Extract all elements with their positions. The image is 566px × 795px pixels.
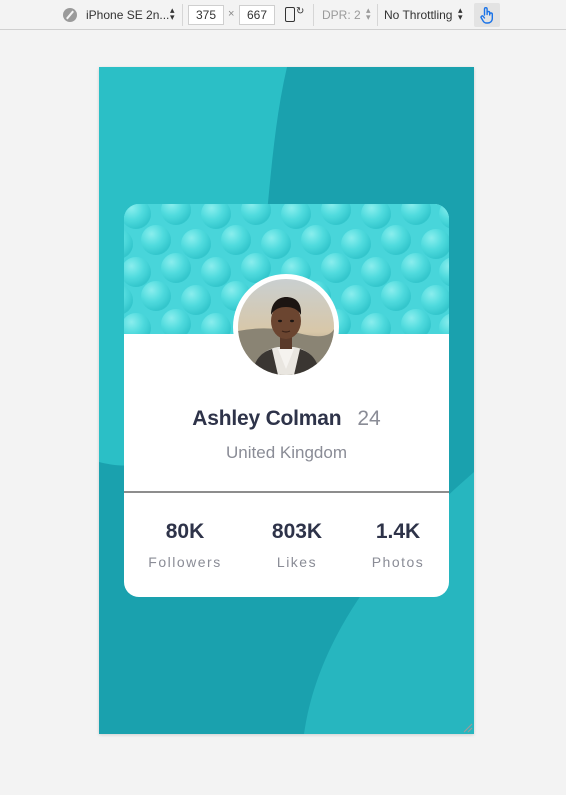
throttling-caret-icon: ▴ ▾ [458, 5, 463, 22]
stat-photos: 1.4K Photos [343, 520, 449, 570]
stat-followers: 80K Followers [130, 520, 240, 570]
resize-grip-icon[interactable] [461, 721, 473, 733]
toolbar-divider [182, 4, 183, 26]
dpr-caret-icon: ▴ ▾ [366, 5, 371, 22]
stat-label: Followers [148, 554, 222, 570]
rotate-icon[interactable] [285, 7, 295, 22]
height-input[interactable]: 667 [239, 5, 275, 25]
device-mode-icon[interactable] [63, 8, 77, 22]
stat-value: 803K [271, 520, 323, 543]
device-viewport: Ashley Colman 24 United Kingdom 80K Follo… [99, 67, 474, 734]
profile-name-line: Ashley Colman 24 [124, 407, 449, 431]
stat-likes: 803K Likes [242, 520, 352, 570]
device-select[interactable]: iPhone SE 2n... [86, 8, 169, 22]
stat-value: 1.4K [375, 520, 421, 543]
profile-photo [238, 279, 334, 375]
dimension-separator: × [228, 8, 235, 20]
throttling-select[interactable]: No Throttling [384, 8, 452, 22]
profile-location: United Kingdom [226, 443, 347, 462]
profile-name: Ashley Colman [192, 407, 342, 430]
profile-age: 24 [357, 407, 381, 430]
dpr-select[interactable]: DPR: 2 [322, 8, 361, 22]
stats-divider [124, 491, 449, 493]
avatar [233, 274, 339, 380]
stat-label: Photos [371, 554, 425, 570]
device-caret-icon: ▴ ▾ [170, 5, 175, 22]
stat-label: Likes [276, 554, 318, 570]
devtools-device-toolbar: iPhone SE 2n... ▴ ▾ 375 × 667 ↻ DPR: 2 ▴ ▾… [0, 0, 566, 30]
toolbar-divider [313, 4, 314, 26]
touch-toggle-button[interactable] [474, 3, 500, 27]
rotate-arrow-icon: ↻ [296, 6, 305, 17]
toolbar-divider [377, 4, 378, 26]
stat-value: 80K [165, 520, 205, 543]
touch-hand-icon [480, 7, 493, 24]
width-input[interactable]: 375 [188, 5, 224, 25]
profile-card: Ashley Colman 24 United Kingdom 80K Follo… [124, 204, 449, 597]
